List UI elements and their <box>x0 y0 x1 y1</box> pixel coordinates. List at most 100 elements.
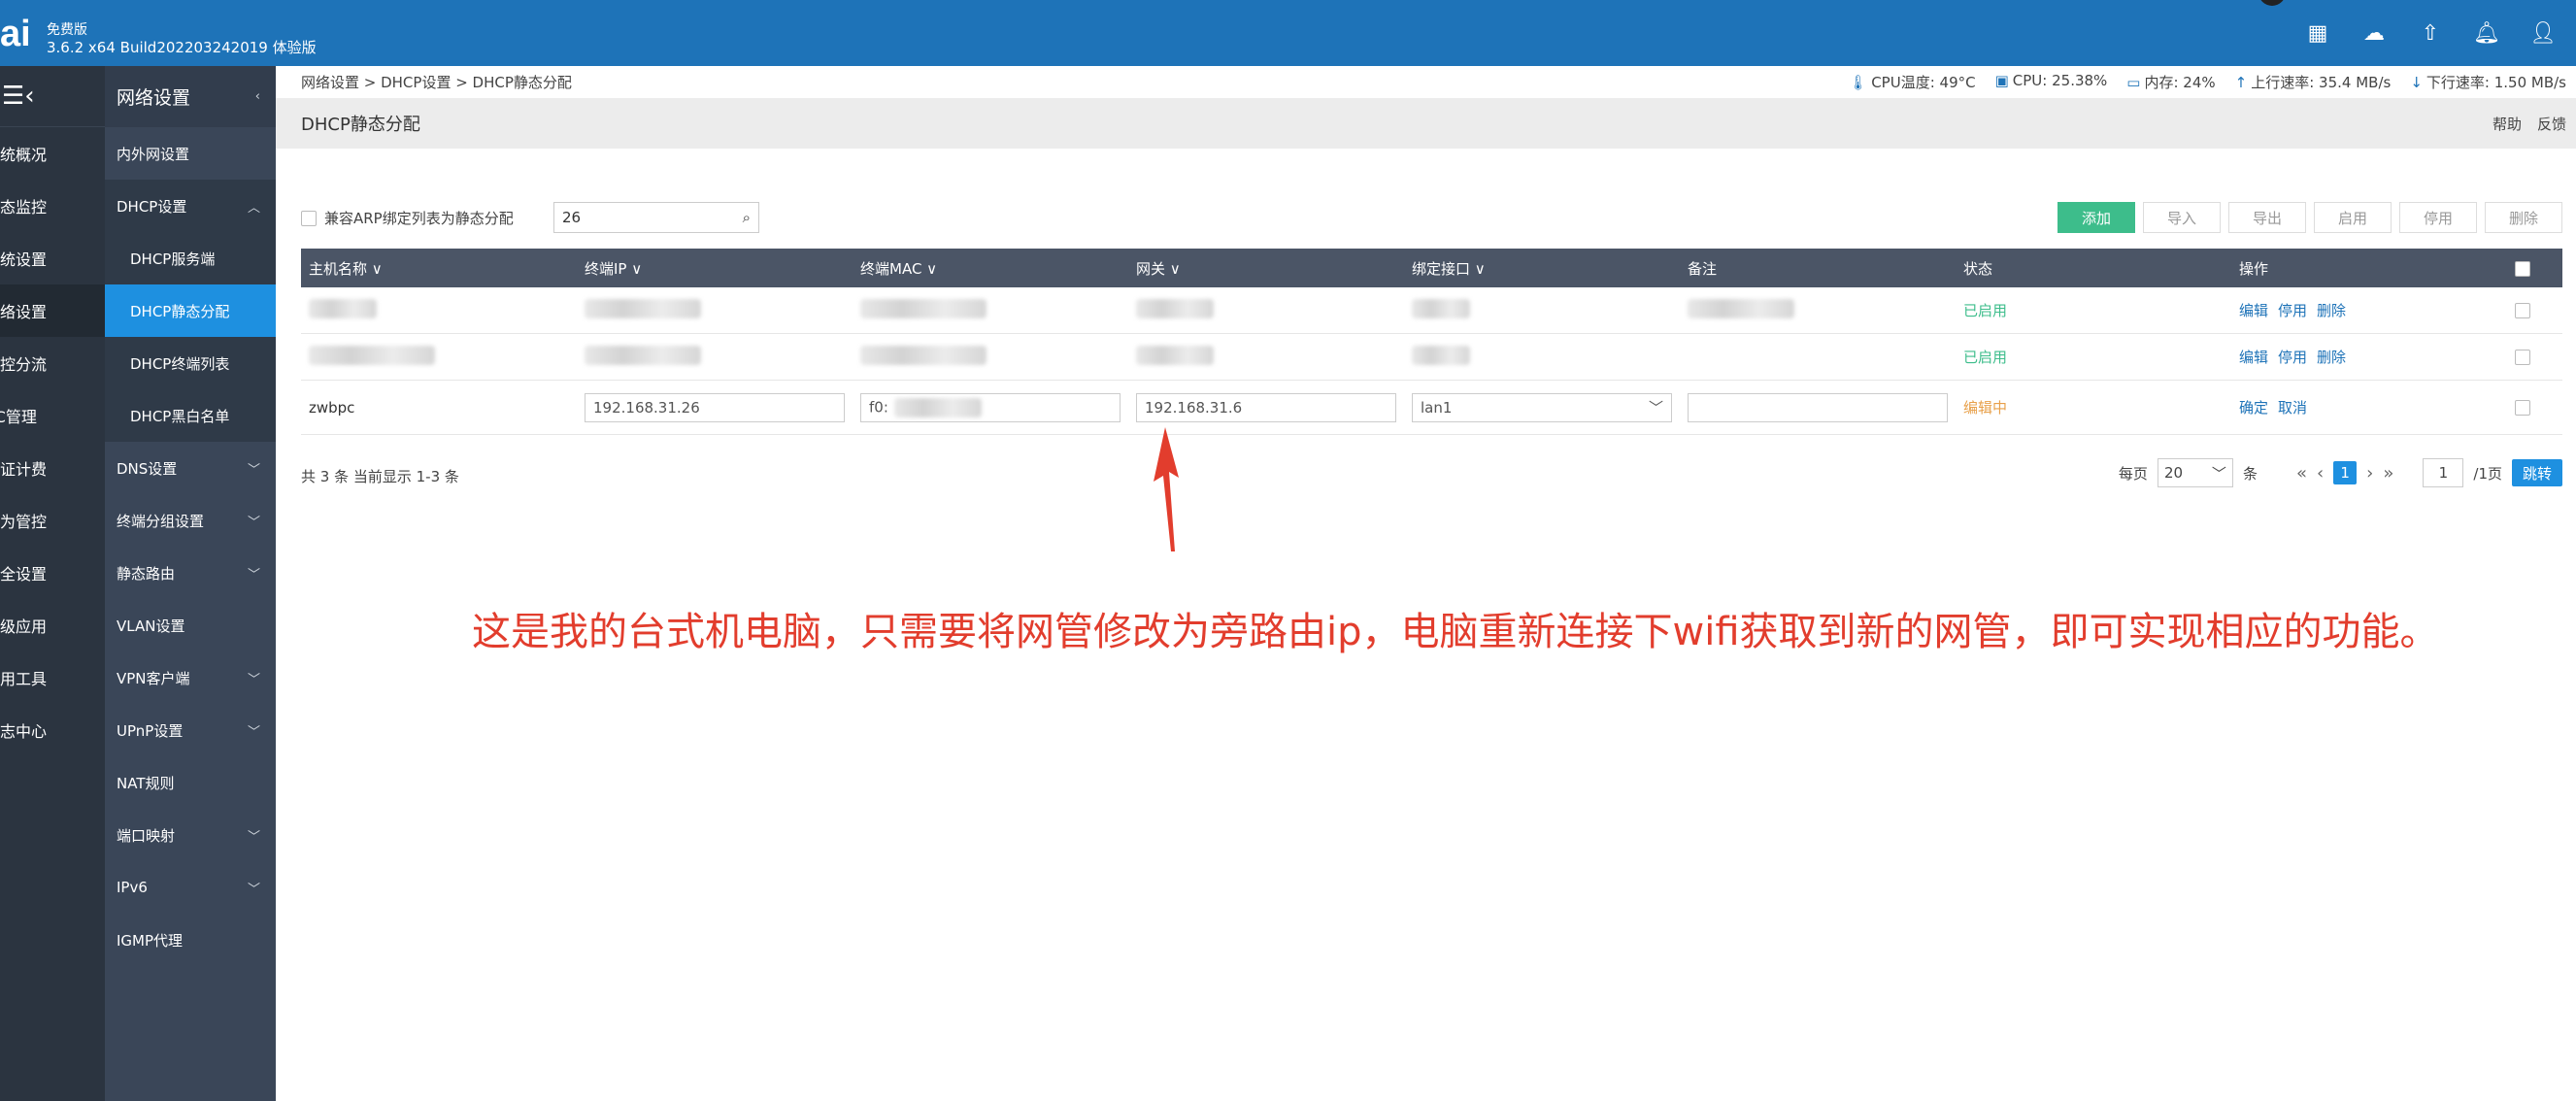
interface-select[interactable]: lan1 ﹀ <box>1412 392 1672 422</box>
sidebar-item-network[interactable]: 网络设置 <box>0 284 105 337</box>
mac-input[interactable]: f0: <box>860 392 1121 422</box>
ip-input[interactable]: 192.168.31.26 <box>585 392 845 422</box>
col-remark: 备注 <box>1688 259 1718 278</box>
col-gateway[interactable]: 网关 ∨ <box>1128 258 1404 279</box>
delete-link[interactable]: 删除 <box>2317 302 2346 319</box>
cpu-usage: CPU: 25.38% <box>2012 72 2108 89</box>
edition-label: 免费版 <box>47 22 87 38</box>
redacted-text <box>1136 345 1214 365</box>
search-icon[interactable]: ⌕ <box>743 209 751 226</box>
table-row-editing: zwbpc 192.168.31.26 f0: 192.168.31.6 lan… <box>301 381 2562 435</box>
help-link[interactable]: 帮助 <box>2492 114 2522 134</box>
submenu-ipv6[interactable]: IPv6 ﹀ <box>105 861 276 914</box>
status-bar: 网络设置 > DHCP设置 > DHCP静态分配 🌡︎ CPU温度: 49°C ▣… <box>276 66 2576 98</box>
redacted-text <box>893 397 982 417</box>
upgrade-icon[interactable]: ⇧ <box>2417 19 2444 47</box>
export-button[interactable]: 导出 <box>2228 202 2306 233</box>
per-page-unit: 条 <box>2242 464 2258 483</box>
sidebar-item-system[interactable]: 系统设置 <box>0 232 105 284</box>
col-hostname[interactable]: 主机名称 ∨ <box>301 258 577 279</box>
cancel-link[interactable]: 取消 <box>2278 399 2307 417</box>
col-interface[interactable]: 绑定接口 ∨ <box>1404 258 1680 279</box>
sidebar-item-monitor[interactable]: 状态监控 <box>0 180 105 232</box>
chevron-down-icon: ﹀ <box>247 829 260 845</box>
disable-link[interactable]: 停用 <box>2278 302 2307 319</box>
disable-link[interactable]: 停用 <box>2278 349 2307 366</box>
col-ip[interactable]: 终端IP ∨ <box>577 258 853 279</box>
redacted-text <box>860 298 987 318</box>
chevron-up-icon: ︿ <box>247 200 260 216</box>
last-page-icon[interactable]: » <box>2383 463 2393 484</box>
main-content: 网络设置 > DHCP设置 > DHCP静态分配 🌡︎ CPU温度: 49°C ▣… <box>276 66 2576 1101</box>
submenu-dhcp-server[interactable]: DHCP服务端 <box>105 232 276 284</box>
page-title: DHCP静态分配 <box>301 115 420 135</box>
search-input[interactable]: 26 ⌕ <box>553 202 759 233</box>
confirm-link[interactable]: 确定 <box>2239 399 2268 417</box>
download-icon: ↓ <box>2410 74 2423 91</box>
go-button[interactable]: 跳转 <box>2512 459 2562 486</box>
user-icon[interactable]: 👤︎ <box>2529 19 2557 47</box>
submenu-lan-wan[interactable]: 内外网设置 <box>105 127 276 180</box>
edit-link[interactable]: 编辑 <box>2239 302 2268 319</box>
pagination: 每页 20 ﹀ 条 « ‹ 1 › » 1 /1页 跳转 <box>2119 458 2562 487</box>
submenu-dhcp-static[interactable]: DHCP静态分配 <box>105 284 276 337</box>
sidebar-item-overview[interactable]: 系统概况 <box>0 127 105 180</box>
row-checkbox[interactable] <box>2515 400 2530 416</box>
sidebar-item-auth[interactable]: 认证计费 <box>0 442 105 494</box>
col-mac[interactable]: 终端MAC ∨ <box>853 258 1128 279</box>
enable-button[interactable]: 启用 <box>2314 202 2392 233</box>
secondary-sidebar: 网络设置 ‹ 内外网设置 DHCP设置 ︿ DHCP服务端 DHCP静态分配 DH… <box>105 66 276 1101</box>
import-button[interactable]: 导入 <box>2143 202 2221 233</box>
row-checkbox[interactable] <box>2515 303 2530 318</box>
next-page-icon[interactable]: › <box>2366 463 2373 484</box>
bell-icon[interactable]: 🔔︎ <box>2473 19 2500 47</box>
submenu-igmp[interactable]: IGMP代理 <box>105 914 276 966</box>
apps-icon[interactable]: ▦ <box>2304 19 2331 47</box>
first-page-icon[interactable]: « <box>2296 463 2307 484</box>
sidebar-item-behavior[interactable]: 行为管控 <box>0 494 105 547</box>
static-dhcp-table: 主机名称 ∨ 终端IP ∨ 终端MAC ∨ 网关 ∨ 绑定接口 ∨ 备注 状态 … <box>301 249 2562 435</box>
sidebar-item-ac[interactable]: AC管理 <box>0 389 105 442</box>
menu-toggle-icon[interactable]: ☰‹ <box>0 66 105 127</box>
submenu-dhcp-blackwhite[interactable]: DHCP黑白名单 <box>105 389 276 442</box>
sidebar-item-tools[interactable]: 实用工具 <box>0 651 105 704</box>
submenu-dhcp[interactable]: DHCP设置 ︿ <box>105 180 276 232</box>
delete-link[interactable]: 删除 <box>2317 349 2346 366</box>
hostname-cell: zwbpc <box>309 398 355 417</box>
collapse-icon[interactable]: ‹ <box>255 89 260 104</box>
status-badge: 编辑中 <box>1963 399 2008 417</box>
submenu-dhcp-clients[interactable]: DHCP终端列表 <box>105 337 276 389</box>
prev-page-icon[interactable]: ‹ <box>2317 463 2324 484</box>
submenu-upnp[interactable]: UPnP设置 ﹀ <box>105 704 276 756</box>
redacted-text <box>585 345 701 365</box>
page-input[interactable]: 1 <box>2423 458 2464 487</box>
cloud-icon[interactable]: ☁ <box>2360 19 2388 47</box>
redacted-text <box>860 345 987 365</box>
edit-link[interactable]: 编辑 <box>2239 349 2268 366</box>
add-button[interactable]: 添加 <box>2057 202 2135 233</box>
submenu-dns[interactable]: DNS设置 ﹀ <box>105 442 276 494</box>
remark-input[interactable] <box>1688 392 1948 422</box>
delete-button[interactable]: 删除 <box>2485 202 2562 233</box>
sidebar-item-logs[interactable]: 日志中心 <box>0 704 105 756</box>
annotation-arrow <box>1154 427 1179 551</box>
submenu-vlan[interactable]: VLAN设置 <box>105 599 276 651</box>
submenu-groups[interactable]: 终端分组设置 ﹀ <box>105 494 276 547</box>
submenu-static-route[interactable]: 静态路由 ﹀ <box>105 547 276 599</box>
build-label: 3.6.2 x64 Build202203242019 体验版 <box>47 39 317 56</box>
submenu-port-map[interactable]: 端口映射 ﹀ <box>105 809 276 861</box>
chevron-down-icon: ﹀ <box>247 672 260 687</box>
row-checkbox[interactable] <box>2515 350 2530 365</box>
sidebar-item-advanced[interactable]: 高级应用 <box>0 599 105 651</box>
feedback-link[interactable]: 反馈 <box>2537 114 2566 134</box>
current-page[interactable]: 1 <box>2333 461 2358 484</box>
disable-button[interactable]: 停用 <box>2399 202 2477 233</box>
submenu-vpn[interactable]: VPN客户端 ﹀ <box>105 651 276 704</box>
sidebar-item-flow[interactable]: 流控分流 <box>0 337 105 389</box>
gateway-input[interactable]: 192.168.31.6 <box>1136 392 1396 422</box>
submenu-nat[interactable]: NAT规则 <box>105 756 276 809</box>
select-all-checkbox[interactable] <box>2515 260 2530 277</box>
per-page-select[interactable]: 20 ﹀ <box>2157 458 2233 487</box>
sidebar-item-security[interactable]: 安全设置 <box>0 547 105 599</box>
compat-arp-checkbox[interactable] <box>301 210 317 226</box>
